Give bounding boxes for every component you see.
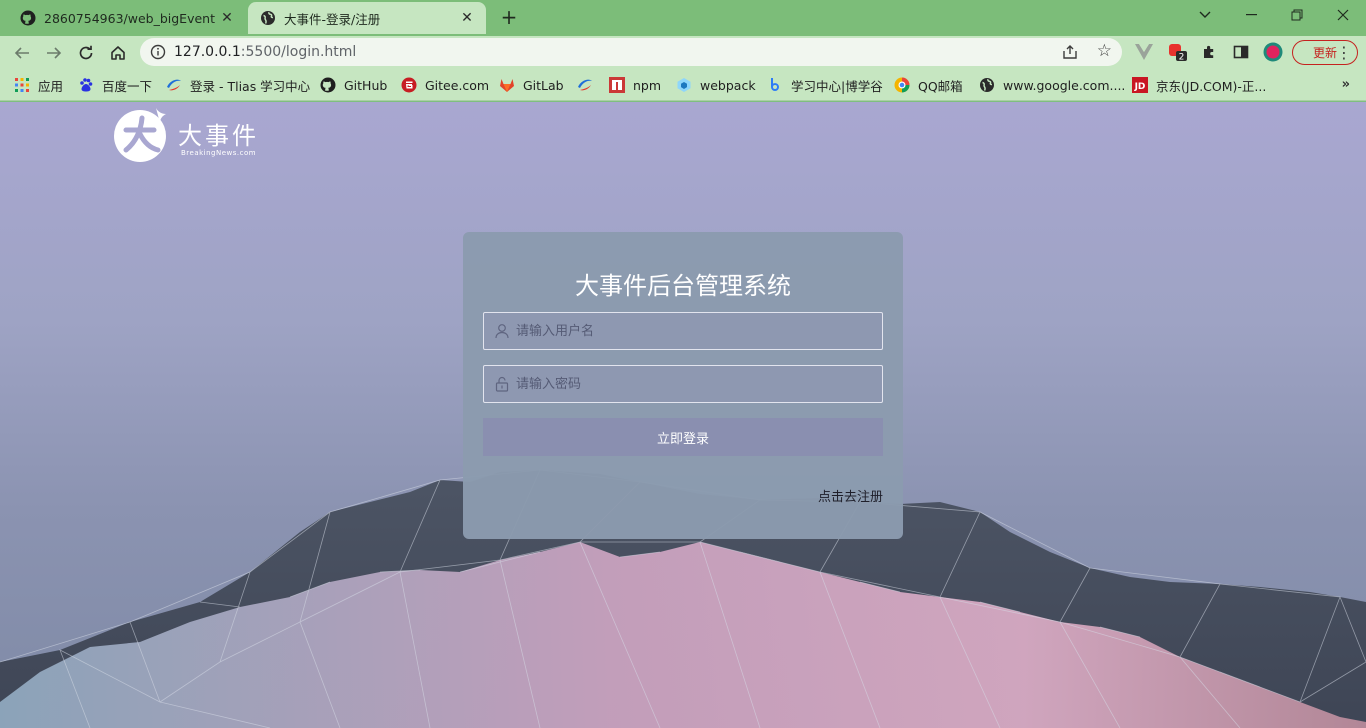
close-tab-icon[interactable]: ✕: [218, 9, 236, 27]
bookmark-label: webpack: [700, 77, 756, 93]
close-window-button[interactable]: [1320, 0, 1366, 30]
login-title: 大事件后台管理系统: [575, 272, 791, 300]
back-button[interactable]: [9, 40, 35, 66]
bookmark-qqmail[interactable]: QQ邮箱: [894, 75, 963, 95]
webpack-icon: [676, 77, 692, 93]
globe-icon: [979, 77, 995, 93]
url-text: 127.0.0.1:5500/login.html: [174, 44, 356, 60]
bookmark-jd[interactable]: JD 京东(JD.COM)-正...: [1132, 75, 1266, 95]
bookmarks-overflow-button[interactable]: »: [1342, 77, 1350, 92]
lock-icon: [495, 376, 509, 392]
bookmark-label: 登录 - Tlias 学习中心: [190, 78, 311, 94]
bookmark-gitlab[interactable]: GitLab: [499, 75, 564, 95]
apps-grid-icon: [14, 77, 30, 93]
side-panel-icon[interactable]: [1231, 42, 1251, 62]
bookmark-apps[interactable]: 应用: [14, 75, 63, 95]
close-tab-icon[interactable]: ✕: [458, 9, 476, 27]
new-tab-button[interactable]: +: [498, 7, 520, 29]
reload-button[interactable]: [73, 40, 99, 66]
bookmark-tlias-2[interactable]: [577, 75, 601, 95]
login-page: 大事件 BreakingNews.com 大事件后台管理系统 立即登录 点击去注…: [0, 102, 1366, 728]
vue-devtools-icon[interactable]: [1134, 42, 1154, 62]
github-icon: [320, 77, 336, 93]
extension-badge-count: 2: [1179, 53, 1185, 63]
username-input[interactable]: [516, 313, 876, 349]
logo-emblem-icon: [114, 108, 166, 162]
update-label: 更新: [1312, 46, 1337, 60]
globe-icon: [260, 10, 276, 26]
qqmail-icon: [894, 77, 910, 93]
share-icon[interactable]: [1062, 44, 1078, 60]
username-field[interactable]: [483, 312, 883, 350]
logo-title: 大事件: [178, 122, 259, 150]
info-icon[interactable]: [150, 44, 166, 60]
bookmark-label: GitLab: [523, 77, 564, 93]
bookmark-boxuegu[interactable]: 学习中心|博学谷: [767, 75, 883, 95]
bookmarks-bar: 应用 百度一下 登录 - Tlias 学习中心 GitHub Gitee.com…: [0, 69, 1366, 101]
bookmark-label: QQ邮箱: [918, 78, 963, 94]
minimize-button[interactable]: [1228, 0, 1274, 30]
forward-button[interactable]: [41, 40, 67, 66]
chevron-down-icon: [1199, 11, 1211, 18]
tab-title: 2860754963/web_bigEvent: [44, 10, 215, 26]
login-card: 大事件后台管理系统 立即登录 点击去注册: [463, 232, 903, 539]
tab-strip: 2860754963/web_bigEvent ✕ 大事件-登录/注册 ✕ +: [0, 0, 1366, 36]
bookmark-star-icon[interactable]: ☆: [1097, 41, 1112, 61]
tlias-icon: [166, 77, 182, 93]
boxuegu-icon: [767, 77, 783, 93]
minimize-icon: [1245, 14, 1257, 16]
register-link[interactable]: 点击去注册: [818, 486, 883, 505]
password-field[interactable]: [483, 365, 883, 403]
baidu-icon: [78, 77, 94, 93]
gitlab-icon: [499, 77, 515, 93]
bookmark-gitee[interactable]: Gitee.com: [401, 75, 489, 95]
user-icon: [495, 324, 509, 339]
address-bar[interactable]: 127.0.0.1:5500/login.html ☆: [140, 38, 1122, 66]
logo-subtitle: BreakingNews.com: [181, 149, 257, 157]
tab-title: 大事件-登录/注册: [284, 11, 381, 27]
arrow-left-icon: [14, 47, 29, 59]
bookmark-baidu[interactable]: 百度一下: [78, 75, 152, 95]
arrow-right-icon: [47, 47, 62, 59]
url-path: :5500/login.html: [240, 44, 357, 60]
bookmark-npm[interactable]: npm: [609, 75, 661, 95]
browser-toolbar: 127.0.0.1:5500/login.html ☆ 2 更新 ⋮: [0, 36, 1366, 69]
close-icon: [1337, 9, 1349, 21]
restore-icon: [1291, 9, 1303, 21]
npm-icon: [609, 77, 625, 93]
url-host: 127.0.0.1: [174, 44, 241, 60]
reload-icon: [79, 45, 93, 60]
password-input[interactable]: [516, 366, 876, 402]
bookmark-label: 学习中心|博学谷: [791, 78, 883, 94]
bookmark-label: npm: [633, 77, 662, 93]
bookmark-webpack[interactable]: webpack: [676, 75, 756, 95]
tlias-icon: [577, 77, 593, 93]
bookmark-label: www.google.com....: [1003, 77, 1126, 93]
jd-icon: JD: [1132, 77, 1148, 93]
bookmark-google[interactable]: www.google.com....: [979, 75, 1125, 95]
bookmark-label: 应用: [38, 78, 64, 94]
browser-menu-button[interactable]: ⋮: [1336, 43, 1352, 62]
profile-avatar[interactable]: [1263, 42, 1283, 62]
extension-badge-icon[interactable]: 2: [1168, 42, 1188, 62]
github-icon: [20, 10, 36, 26]
bookmark-label: 百度一下: [102, 78, 153, 94]
home-icon: [111, 46, 125, 60]
bookmark-label: Gitee.com: [425, 77, 490, 93]
bookmark-label: 京东(JD.COM)-正...: [1156, 78, 1267, 94]
login-button[interactable]: 立即登录: [483, 418, 883, 456]
bookmark-label: GitHub: [344, 77, 388, 93]
home-button[interactable]: [105, 40, 131, 66]
bookmark-github[interactable]: GitHub: [320, 75, 387, 95]
extensions-puzzle-icon[interactable]: [1199, 42, 1219, 62]
tab-search-button[interactable]: [1182, 0, 1228, 30]
svg-text:JD: JD: [1134, 82, 1146, 92]
restore-button[interactable]: [1274, 0, 1320, 30]
tab-web-bigevent[interactable]: 2860754963/web_bigEvent ✕: [8, 2, 246, 34]
site-logo: 大事件 BreakingNews.com: [112, 102, 272, 164]
gitee-icon: [401, 77, 417, 93]
tab-login[interactable]: 大事件-登录/注册 ✕: [248, 2, 486, 34]
bookmark-tlias[interactable]: 登录 - Tlias 学习中心: [166, 75, 310, 95]
